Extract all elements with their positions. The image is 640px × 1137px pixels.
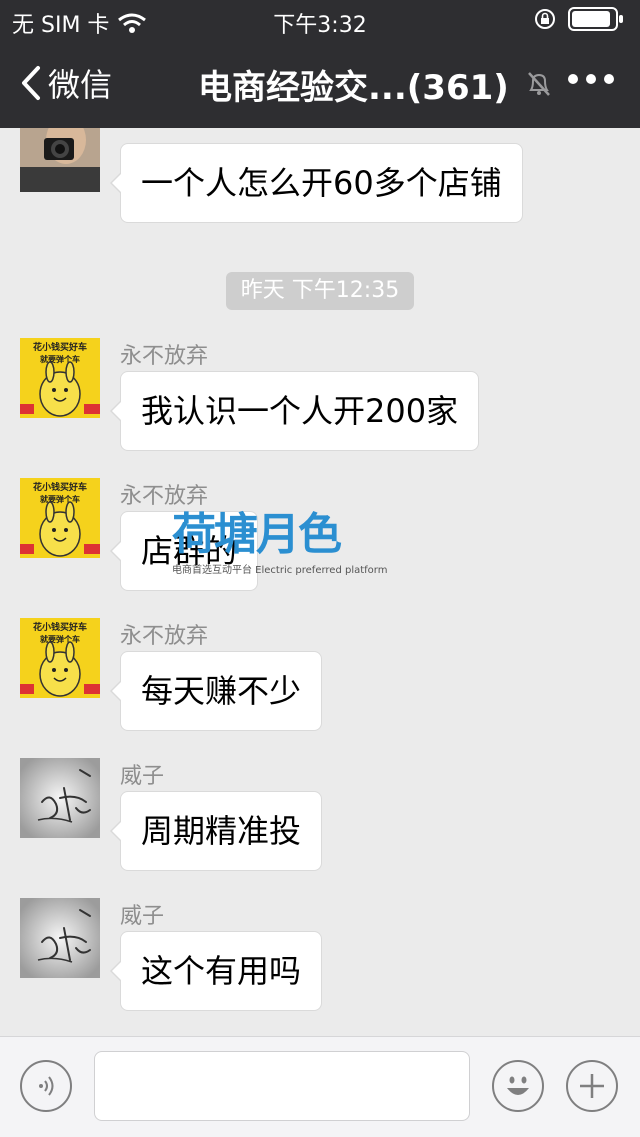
bell-muted-icon: [528, 72, 550, 96]
sender-name: 永不放弃: [120, 484, 209, 509]
message-input[interactable]: [94, 1051, 470, 1121]
watermark-subtitle: 电商首选互动平台 Electric preferred platform: [172, 565, 388, 576]
camera-man-avatar-image: [20, 128, 100, 192]
voice-button[interactable]: [20, 1060, 72, 1112]
chat-area[interactable]: 阿辉 一个人怎么开60多个店铺 昨天 下午12:35 花小钱买好车 就要弹个车 …: [0, 128, 640, 1036]
avatar-caption: 就要弹个车: [40, 354, 80, 364]
more-dot: [604, 74, 614, 84]
timestamp-label: 昨天 下午12:35: [226, 272, 414, 310]
sender-name: 阿辉: [120, 128, 164, 130]
avatar-caption: 花小钱买好车: [33, 481, 87, 493]
add-button[interactable]: [566, 1060, 618, 1112]
yellow-cartoon-avatar-image: 花小钱买好车 就要弹个车: [20, 478, 100, 558]
avatar-caption: 花小钱买好车: [33, 621, 87, 633]
message-bubble[interactable]: 我认识一个人开200家: [109, 371, 480, 451]
status-right: [534, 6, 624, 32]
chevron-left-icon: [22, 66, 40, 100]
sender-name: 永不放弃: [120, 344, 209, 369]
watermark-title: 荷塘月色: [172, 509, 342, 560]
back-button[interactable]: 微信: [20, 60, 112, 106]
avatar[interactable]: [20, 128, 100, 192]
input-toolbar: [0, 1036, 640, 1137]
more-dot: [568, 74, 578, 84]
avatar-caption: 就要弹个车: [40, 634, 80, 644]
avatar[interactable]: [20, 898, 100, 978]
avatar-caption: 花小钱买好车: [33, 341, 87, 353]
back-label: 微信: [48, 66, 113, 104]
message-bubble[interactable]: 这个有用吗: [109, 931, 323, 1011]
avatar-caption: 就要弹个车: [40, 494, 80, 504]
avatar[interactable]: 花小钱买好车 就要弹个车: [20, 618, 100, 698]
watermark-logo: 荷塘月色 电商首选互动平台 Electric preferred platfor…: [172, 509, 387, 581]
emoji-icon: [507, 1076, 529, 1095]
emoji-button[interactable]: [492, 1060, 544, 1112]
signature-avatar-image: [20, 758, 100, 838]
yellow-cartoon-avatar-image: 花小钱买好车 就要弹个车: [20, 618, 100, 698]
signature-avatar-image: [20, 898, 100, 978]
sender-name: 永不放弃: [120, 624, 209, 649]
message-bubble[interactable]: 一个人怎么开60多个店铺: [110, 143, 523, 223]
chat-title: 电商经验交...(361): [198, 68, 509, 108]
yellow-cartoon-avatar-image: 花小钱买好车 就要弹个车: [20, 338, 100, 418]
nav-bar: 微信 电商经验交...(361): [0, 40, 640, 128]
more-dot: [586, 74, 596, 84]
message-bubble[interactable]: 每天赚不少: [109, 651, 323, 731]
voice-icon: [39, 1076, 54, 1096]
avatar[interactable]: 花小钱买好车 就要弹个车: [20, 478, 100, 558]
status-bar: 无 SIM 卡 下午3:32: [0, 0, 640, 40]
plus-icon: [580, 1074, 604, 1098]
battery-icon: [568, 7, 623, 31]
top-header: 无 SIM 卡 下午3:32 微信 电商经验交...(361): [0, 0, 640, 128]
more-button[interactable]: [568, 74, 614, 84]
sender-name: 威子: [120, 764, 165, 789]
rotation-lock-icon: [535, 9, 555, 29]
avatar[interactable]: [20, 758, 100, 838]
avatar[interactable]: 花小钱买好车 就要弹个车: [20, 338, 100, 418]
message-bubble[interactable]: 周期精准投: [109, 791, 323, 871]
sender-name: 威子: [120, 904, 165, 929]
